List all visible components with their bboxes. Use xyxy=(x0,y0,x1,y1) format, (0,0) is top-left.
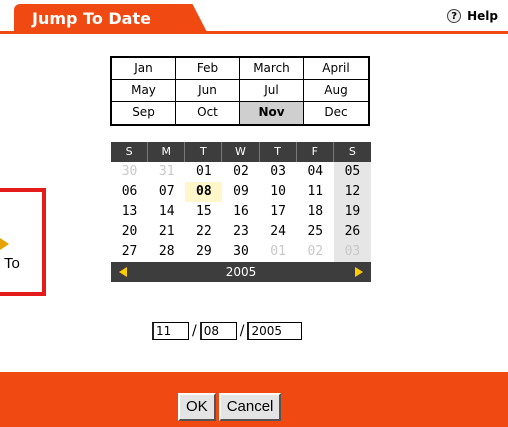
day-cell[interactable]: 29 xyxy=(185,242,222,262)
day-cell[interactable]: 13 xyxy=(111,202,148,222)
year-input[interactable] xyxy=(247,322,303,340)
weekday-label: S xyxy=(111,142,149,162)
weekday-label: M xyxy=(148,142,186,162)
month-picker: Jan Feb March April May Jun Jul Aug Sep Oct Nov Dec xyxy=(110,56,370,126)
month-cell[interactable]: Nov xyxy=(240,102,304,124)
ok-button[interactable]: OK xyxy=(178,393,216,421)
day-cell[interactable]: 15 xyxy=(185,202,222,222)
date-separator: / xyxy=(239,323,245,339)
month-cell[interactable]: Jun xyxy=(176,80,240,102)
arrow-right-icon xyxy=(0,238,9,250)
day-cell[interactable]: 05 xyxy=(333,162,371,182)
month-cell[interactable]: Feb xyxy=(176,58,240,80)
weekday-label: T xyxy=(260,142,297,162)
day-cell[interactable]: 25 xyxy=(297,222,334,242)
day-cell[interactable]: 28 xyxy=(148,242,185,262)
button-group: OK Cancel xyxy=(178,393,282,421)
month-cell[interactable]: May xyxy=(112,80,176,102)
day-cell[interactable]: 17 xyxy=(260,202,297,222)
weekday-header: SMTWTFS xyxy=(111,142,371,162)
day-cell[interactable]: 12 xyxy=(333,182,371,202)
dialog-title-tab: Jump To Date xyxy=(14,4,208,34)
day-cell[interactable]: 22 xyxy=(185,222,222,242)
day-cell[interactable]: 27 xyxy=(111,242,148,262)
month-cell[interactable]: Aug xyxy=(304,80,368,102)
day-cell[interactable]: 31 xyxy=(148,162,185,182)
day-cell[interactable]: 11 xyxy=(297,182,334,202)
day-cell[interactable]: 01 xyxy=(260,242,297,262)
next-year-icon[interactable] xyxy=(355,267,363,277)
day-grid: 30 31 01 02 03 04 05 06 07 08 09 10 11 12 13 14 15 16 17 18… xyxy=(111,162,371,262)
day-cell[interactable]: 04 xyxy=(297,162,334,182)
day-cell[interactable]: 16 xyxy=(222,202,259,222)
day-input[interactable] xyxy=(199,322,237,340)
calendar: SMTWTFS 30 31 01 02 03 04 05 06 07 08 09 10 11 12 13 14… xyxy=(111,142,371,282)
day-cell[interactable]: 02 xyxy=(297,242,334,262)
month-cell[interactable]: Jan xyxy=(112,58,176,80)
day-cell[interactable]: 21 xyxy=(148,222,185,242)
go-to-button-partial[interactable]: To xyxy=(0,188,46,296)
help-label: Help xyxy=(467,9,498,23)
day-cell[interactable]: 19 xyxy=(333,202,371,222)
day-cell[interactable]: 10 xyxy=(260,182,297,202)
day-cell[interactable]: 30 xyxy=(222,242,259,262)
day-cell[interactable]: 02 xyxy=(222,162,259,182)
help-icon: ? xyxy=(447,9,462,23)
day-cell[interactable]: 01 xyxy=(185,162,222,182)
weekday-label: S xyxy=(348,145,356,158)
day-cell[interactable]: 30 xyxy=(111,162,148,182)
day-cell[interactable]: 07 xyxy=(148,182,185,202)
day-cell[interactable]: 09 xyxy=(222,182,259,202)
day-cell[interactable]: 14 xyxy=(148,202,185,222)
day-cell[interactable]: 24 xyxy=(260,222,297,242)
month-cell[interactable]: Oct xyxy=(176,102,240,124)
date-separator: / xyxy=(192,323,197,339)
month-cell[interactable]: April xyxy=(304,58,368,80)
date-input-group: / / xyxy=(152,322,303,340)
weekday-label: T xyxy=(185,142,223,162)
weekday-label: W xyxy=(222,142,260,162)
prev-year-icon[interactable] xyxy=(119,267,127,277)
day-cell[interactable]: 06 xyxy=(111,182,148,202)
day-cell[interactable]: 20 xyxy=(111,222,148,242)
month-input[interactable] xyxy=(152,322,189,340)
dialog-title: Jump To Date xyxy=(32,9,151,28)
cancel-button[interactable]: Cancel xyxy=(218,393,282,421)
year-label: 2005 xyxy=(225,265,257,279)
day-cell[interactable]: 03 xyxy=(260,162,297,182)
day-cell-selected[interactable]: 08 xyxy=(185,182,223,202)
month-cell[interactable]: Sep xyxy=(112,102,176,124)
help-link[interactable]: ? Help xyxy=(447,9,498,23)
weekday-label: F xyxy=(297,142,334,162)
day-cell[interactable]: 18 xyxy=(297,202,334,222)
day-cell[interactable]: 26 xyxy=(333,222,371,242)
month-cell[interactable]: Dec xyxy=(304,102,368,124)
year-navigator: 2005 xyxy=(111,262,371,282)
month-cell[interactable]: Jul xyxy=(240,80,304,102)
day-cell[interactable]: 23 xyxy=(222,222,259,242)
day-cell[interactable]: 03 xyxy=(333,242,371,262)
month-cell[interactable]: March xyxy=(240,58,304,80)
go-to-label: To xyxy=(4,255,20,272)
